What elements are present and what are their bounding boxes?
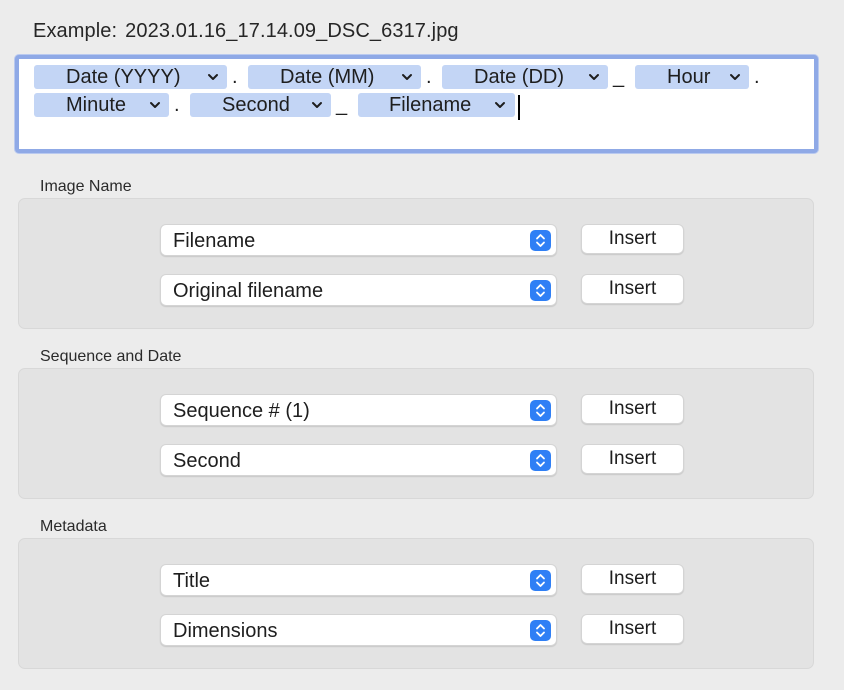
group-sequence-date: Sequence # (1) Insert Second Insert [18,368,814,499]
token-date-yyyy[interactable]: Date (YYYY) [34,65,227,89]
chevron-down-icon[interactable] [494,100,506,110]
text-caret [518,95,520,120]
insert-button[interactable]: Insert [581,224,684,254]
group-metadata: Title Insert Dimensions Insert [18,538,814,669]
token-separator: . [174,94,180,116]
popup-value: Filename [173,230,256,252]
token-separator: . [426,66,432,88]
up-down-stepper-icon [530,620,551,641]
group-image-name: Filename Insert Original filename Insert [18,198,814,329]
chevron-down-icon[interactable] [729,72,741,82]
section-title-metadata: Metadata [40,518,107,535]
token-separator: _ [613,66,625,88]
popup-value: Original filename [173,280,324,302]
token-label: Second [222,94,290,116]
token-label: Filename [389,94,472,116]
insert-button[interactable]: Insert [581,444,684,474]
insert-button[interactable]: Insert [581,394,684,424]
token-minute[interactable]: Minute [34,93,169,117]
chevron-down-icon[interactable] [149,100,161,110]
popup-value: Dimensions [173,620,278,642]
example-filename: 2023.01.16_17.14.09_DSC_6317.jpg [125,20,459,42]
insert-button[interactable]: Insert [581,614,684,644]
token-date-mm[interactable]: Date (MM) [248,65,421,89]
insert-button[interactable]: Insert [581,564,684,594]
up-down-stepper-icon [530,280,551,301]
sequence-date-popup-2[interactable]: Second [160,444,557,476]
insert-button[interactable]: Insert [581,274,684,304]
popup-value: Sequence # (1) [173,400,310,422]
up-down-stepper-icon [530,230,551,251]
token-label: Date (DD) [474,66,565,88]
sequence-date-popup-1[interactable]: Sequence # (1) [160,394,557,426]
token-filename[interactable]: Filename [358,93,515,117]
image-name-popup-2[interactable]: Original filename [160,274,557,306]
example-prefix: Example: [33,20,118,42]
image-name-popup-1[interactable]: Filename [160,224,557,256]
token-separator: . [232,66,238,88]
up-down-stepper-icon [530,400,551,421]
chevron-down-icon[interactable] [401,72,413,82]
token-label: Minute [66,94,127,116]
popup-value: Second [173,450,241,472]
example-preview: Example: 2023.01.16_17.14.09_DSC_6317.jpg [33,20,459,43]
metadata-popup-1[interactable]: Title [160,564,557,596]
section-title-sequence-date: Sequence and Date [40,348,182,365]
metadata-popup-2[interactable]: Dimensions [160,614,557,646]
up-down-stepper-icon [530,450,551,471]
popup-value: Title [173,570,211,592]
chevron-down-icon[interactable] [207,72,219,82]
token-date-dd[interactable]: Date (DD) [442,65,608,89]
up-down-stepper-icon [530,570,551,591]
token-label: Date (YYYY) [66,66,181,88]
token-hour[interactable]: Hour [635,65,749,89]
format-token-field[interactable]: Date (YYYY) . Date (MM) . Date (DD) _ Ho… [15,55,818,153]
token-label: Hour [667,66,711,88]
token-second[interactable]: Second [190,93,331,117]
token-label: Date (MM) [280,66,375,88]
token-separator: _ [336,94,348,116]
chevron-down-icon[interactable] [311,100,323,110]
section-title-image-name: Image Name [40,178,132,195]
chevron-down-icon[interactable] [588,72,600,82]
token-separator: . [754,66,760,88]
